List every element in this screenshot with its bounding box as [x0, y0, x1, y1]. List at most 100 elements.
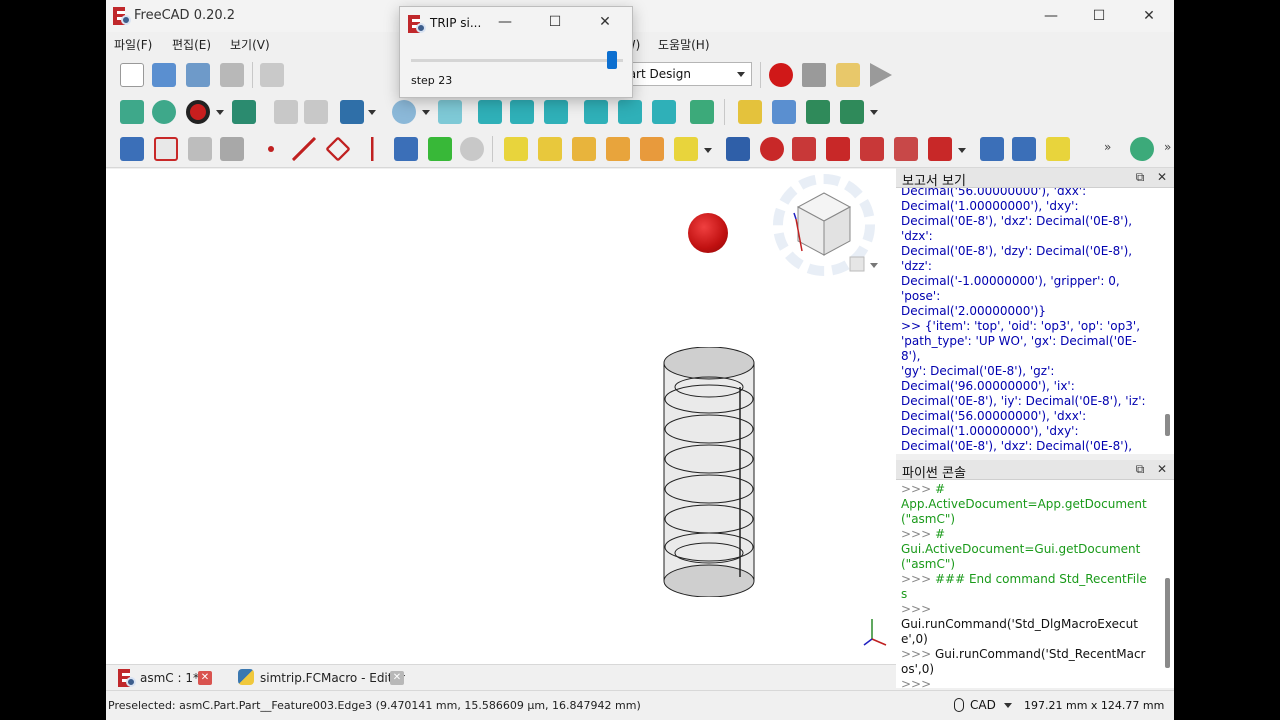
helix-icon[interactable] [640, 137, 664, 161]
pad-icon[interactable] [504, 137, 528, 161]
create-group-icon[interactable] [772, 100, 796, 124]
chevron-down-icon[interactable] [422, 110, 430, 115]
top-view-icon[interactable] [510, 100, 534, 124]
link-actions-icon[interactable] [840, 100, 864, 124]
console-line: >>> # [896, 482, 1150, 497]
close-panel-icon[interactable]: ✕ [1154, 169, 1170, 185]
new-document-icon[interactable] [120, 63, 144, 87]
create-body-icon[interactable] [120, 137, 144, 161]
dialog-close-button[interactable]: ✕ [584, 7, 626, 37]
right-view-icon[interactable] [544, 100, 568, 124]
bounding-box-icon[interactable] [232, 100, 256, 124]
datum-line-icon[interactable] [292, 137, 316, 161]
run-macro-icon[interactable] [870, 63, 892, 87]
chevron-down-icon[interactable] [216, 110, 224, 115]
minimize-button[interactable]: — [1028, 0, 1074, 32]
float-panel-icon[interactable]: ⧉ [1132, 461, 1148, 477]
report-line: Decimal('56.00000000'), 'dxx': [901, 409, 1087, 423]
left-view-icon[interactable] [652, 100, 676, 124]
toolbar-overflow-icon[interactable]: » [1104, 140, 1111, 154]
maximize-button[interactable]: ☐ [1076, 0, 1122, 32]
local-coordinate-icon[interactable] [360, 137, 384, 161]
preselection-status: Preselected: asmC.Part.Part__Feature003.… [108, 699, 641, 712]
subtractive-loft-icon[interactable] [826, 137, 850, 161]
chevron-down-icon[interactable] [958, 148, 966, 153]
create-part-icon[interactable] [738, 100, 762, 124]
create-sketch-icon[interactable] [154, 137, 178, 161]
fit-all-icon[interactable] [120, 100, 144, 124]
datum-plane-icon[interactable] [325, 136, 351, 162]
report-view[interactable]: Decimal('56.00000000'), 'dxx': Decimal('1… [896, 188, 1174, 454]
console-prompt: >>> [901, 647, 935, 661]
subtractive-pipe-icon[interactable] [860, 137, 884, 161]
subtractive-primitive-icon[interactable] [928, 137, 952, 161]
multi-transform-icon[interactable] [1046, 137, 1070, 161]
close-window-button[interactable]: ✕ [1126, 0, 1172, 32]
isometric-view-icon[interactable] [438, 100, 462, 124]
loft-icon[interactable] [572, 137, 596, 161]
cut-icon[interactable] [260, 63, 284, 87]
3d-view[interactable] [106, 169, 896, 664]
scrollbar-thumb[interactable] [1165, 414, 1170, 436]
chevron-down-icon[interactable] [368, 110, 376, 115]
dialog-maximize-button[interactable]: ☐ [534, 7, 576, 37]
close-panel-icon[interactable]: ✕ [1154, 461, 1170, 477]
console-line: >>> [896, 677, 1150, 688]
python-console[interactable]: >>> # App.ActiveDocument=App.getDocument(… [896, 480, 1174, 688]
menu-file[interactable]: 파일(F) [114, 36, 152, 53]
pipe-icon[interactable] [606, 137, 630, 161]
pocket-icon[interactable] [726, 137, 750, 161]
groove-icon[interactable] [792, 137, 816, 161]
forward-arrow-icon[interactable] [304, 100, 328, 124]
hole-icon[interactable] [760, 137, 784, 161]
navigation-cube[interactable] [770, 173, 886, 285]
edit-macro-icon[interactable] [836, 63, 860, 87]
shape-binder-icon[interactable] [394, 137, 418, 161]
subtractive-helix-icon[interactable] [894, 137, 918, 161]
axis-cross [863, 619, 887, 646]
menu-view[interactable]: 보기(V) [230, 36, 270, 53]
draw-style-icon[interactable] [186, 100, 210, 124]
back-arrow-icon[interactable] [274, 100, 298, 124]
subshape-binder-icon[interactable] [428, 137, 452, 161]
scrollbar-thumb[interactable] [1165, 578, 1170, 668]
rear-view-icon[interactable] [584, 100, 608, 124]
workbench-icon[interactable] [340, 100, 364, 124]
record-macro-icon[interactable] [769, 63, 793, 87]
stop-macro-icon[interactable] [802, 63, 826, 87]
open-document-icon[interactable] [152, 63, 176, 87]
save-as-icon[interactable] [220, 63, 244, 87]
close-tab-icon[interactable]: ✕ [390, 671, 404, 685]
tab-macro-editor[interactable]: simtrip.FCMacro - Editor ✕ [236, 668, 416, 688]
additive-primitive-icon[interactable] [674, 137, 698, 161]
clone-body-icon[interactable] [460, 137, 484, 161]
measure-distance-icon[interactable] [690, 100, 714, 124]
validate-sketch-icon[interactable] [188, 137, 212, 161]
float-panel-icon[interactable]: ⧉ [1132, 169, 1148, 185]
chevron-down-icon[interactable] [870, 110, 878, 115]
step-slider[interactable] [411, 51, 623, 71]
dialog-minimize-button[interactable]: — [484, 7, 526, 37]
linear-pattern-icon[interactable] [1012, 137, 1036, 161]
datum-point-icon[interactable] [268, 146, 274, 152]
mirrored-icon[interactable] [980, 137, 1004, 161]
report-line: Decimal('96.00000000'), 'ix': [901, 379, 1075, 393]
menu-help[interactable]: 도움말(H) [658, 36, 710, 53]
save-icon[interactable] [186, 63, 210, 87]
fit-selection-icon[interactable] [152, 100, 176, 124]
revolution-icon[interactable] [538, 137, 562, 161]
tab-asmc[interactable]: asmC : 1* ✕ [116, 668, 216, 688]
close-tab-icon[interactable]: ✕ [198, 671, 212, 685]
link-icon[interactable] [806, 100, 830, 124]
measure-icon[interactable] [1130, 137, 1154, 161]
bottom-view-icon[interactable] [618, 100, 642, 124]
menu-edit[interactable]: 편집(E) [172, 36, 211, 53]
slider-handle[interactable] [607, 51, 617, 69]
report-line: Decimal('2.00000000')} [901, 304, 1047, 318]
toolbar-overflow-icon[interactable]: » [1164, 140, 1171, 154]
front-view-icon[interactable] [478, 100, 502, 124]
zoom-icon[interactable] [392, 100, 416, 124]
clone-icon[interactable] [220, 137, 244, 161]
chevron-down-icon[interactable] [704, 148, 712, 153]
console-prompt: >>> [901, 482, 935, 496]
